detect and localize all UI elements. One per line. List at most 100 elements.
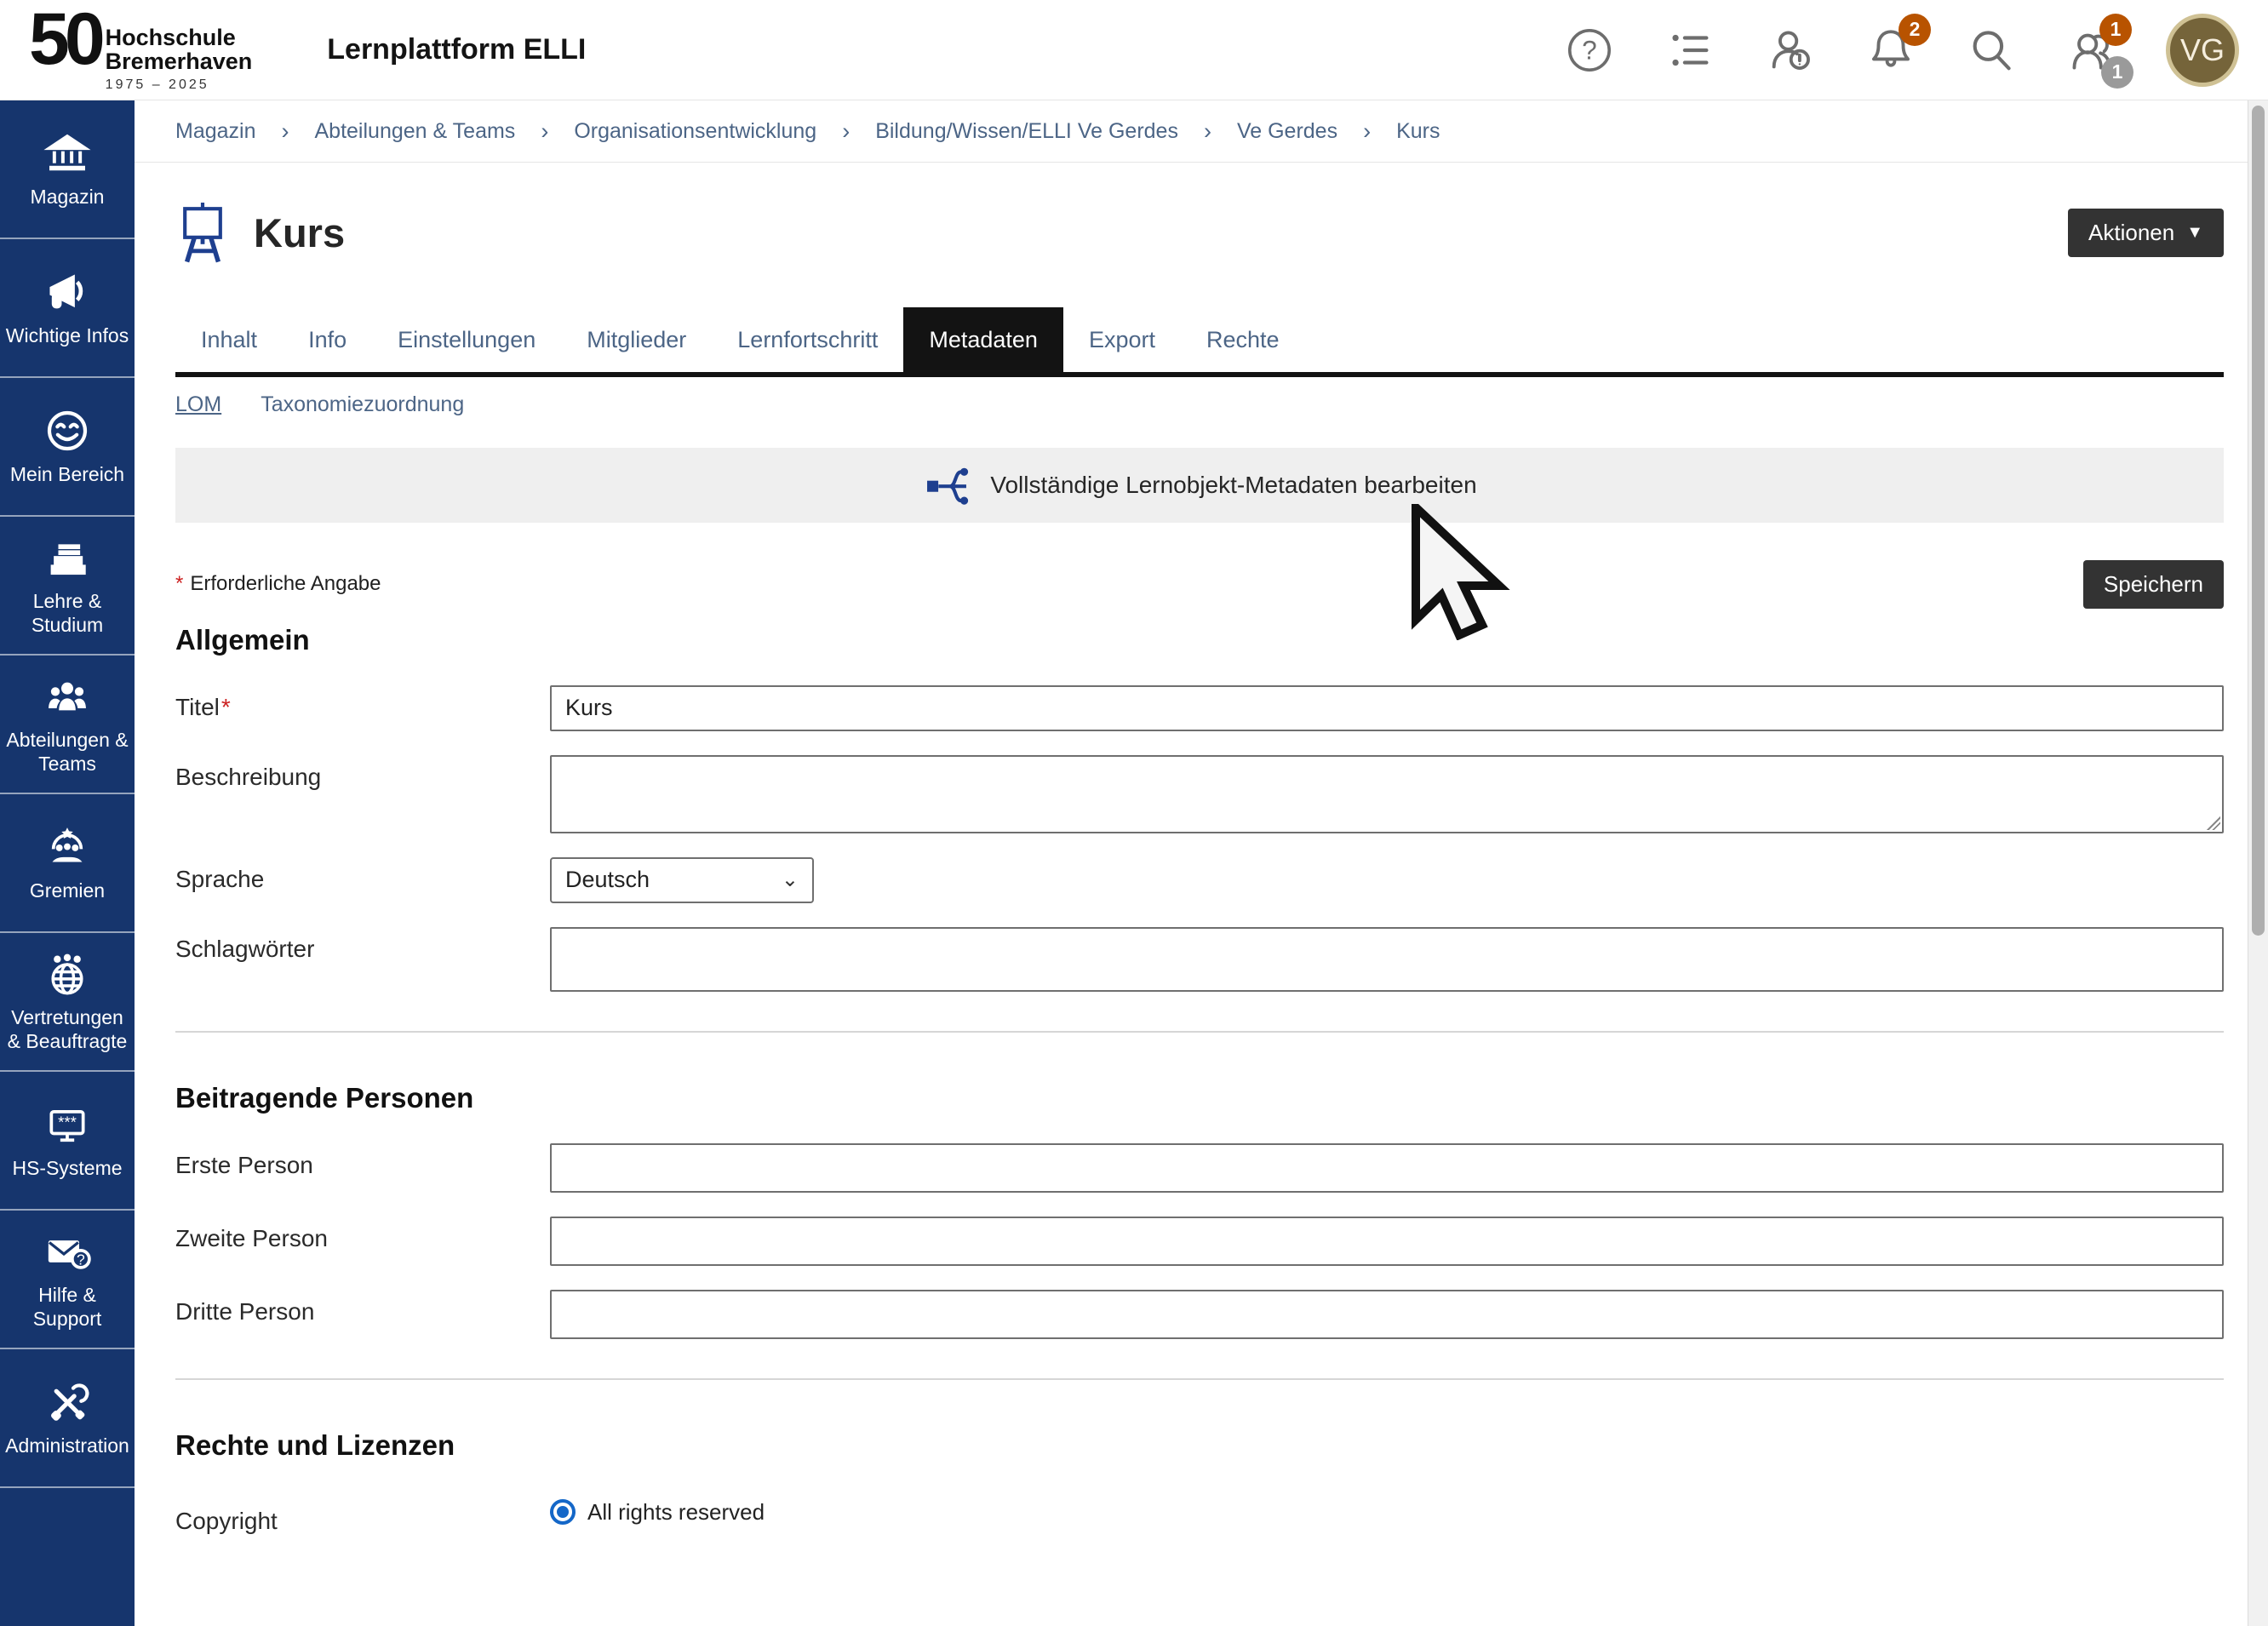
books-icon <box>43 534 91 581</box>
breadcrumb-ve-gerdes[interactable]: Ve Gerdes <box>1237 119 1337 144</box>
vertical-scrollbar[interactable] <box>2248 100 2268 1626</box>
subtab-taxonomiezuordnung[interactable]: Taxonomiezuordnung <box>261 392 464 417</box>
contacts-total-badge: 1 <box>2101 56 2133 89</box>
help-icon[interactable]: ? <box>1563 24 1616 77</box>
schlagwoerter-label: Schlagwörter <box>175 927 550 963</box>
user-avatar[interactable]: VG <box>2166 14 2239 87</box>
sidebar-item-wichtige-infos[interactable]: Wichtige Infos <box>0 239 135 378</box>
resize-grip-icon[interactable] <box>2207 816 2220 830</box>
svg-text:***: *** <box>58 1113 77 1131</box>
beschreibung-textarea[interactable] <box>550 755 2224 833</box>
monitor-icon: *** <box>43 1101 91 1148</box>
search-icon[interactable] <box>1965 24 2018 77</box>
subtab-lom[interactable]: LOM <box>175 392 221 417</box>
sidebar-item-gremien[interactable]: Gremien <box>0 794 135 933</box>
contacts-new-badge: 1 <box>2099 14 2132 46</box>
chevron-right-icon: › <box>282 118 289 145</box>
zweite-person-label: Zweite Person <box>175 1217 550 1252</box>
svg-text:?: ? <box>1582 35 1596 65</box>
sprache-select[interactable]: Deutsch ⌄ <box>550 857 814 903</box>
tab-info[interactable]: Info <box>283 307 372 372</box>
field-row-copyright: Copyright All rights reserved <box>175 1499 2224 1535</box>
sidebar-item-lehre-studium[interactable]: Lehre & Studium <box>0 517 135 656</box>
logo-50: 50 <box>29 7 100 72</box>
breadcrumb-abteilungen-teams[interactable]: Abteilungen & Teams <box>315 119 516 144</box>
main-content: Magazin › Abteilungen & Teams › Organisa… <box>135 100 2248 1626</box>
aktionen-button[interactable]: Aktionen ▼ <box>2068 209 2224 257</box>
tab-einstellungen[interactable]: Einstellungen <box>372 307 561 372</box>
field-row-erste-person: Erste Person <box>175 1143 2224 1193</box>
tab-inhalt[interactable]: Inhalt <box>175 307 283 372</box>
chevron-right-icon: › <box>842 118 850 145</box>
field-row-zweite-person: Zweite Person <box>175 1217 2224 1266</box>
logo-line2: Bremerhaven <box>106 49 253 73</box>
todo-list-icon[interactable] <box>1664 24 1716 77</box>
breadcrumb-bildung-wissen[interactable]: Bildung/Wissen/ELLI Ve Gerdes <box>875 119 1178 144</box>
member-activity-icon[interactable] <box>1764 24 1817 77</box>
form-header-row: *Erforderliche Angabe Speichern <box>175 560 2224 609</box>
breadcrumb-kurs[interactable]: Kurs <box>1396 119 1440 144</box>
globe-people-icon <box>43 950 91 998</box>
field-row-titel: Titel* <box>175 685 2224 731</box>
committee-icon <box>43 823 91 871</box>
field-row-dritte-person: Dritte Person <box>175 1290 2224 1339</box>
copyright-radio-selected[interactable] <box>550 1499 576 1525</box>
beschreibung-label: Beschreibung <box>175 755 550 791</box>
chevron-down-icon: ⌄ <box>782 867 799 892</box>
chevron-right-icon: › <box>1204 118 1211 145</box>
university-logo[interactable]: 50 Hochschule Bremerhaven 1975 – 2025 <box>29 7 252 94</box>
chevron-right-icon: › <box>541 118 548 145</box>
subtab-bar: LOM Taxonomiezuordnung <box>175 392 2224 417</box>
top-header: 50 Hochschule Bremerhaven 1975 – 2025 Le… <box>0 0 2268 100</box>
sidebar-item-administration[interactable]: Administration <box>0 1349 135 1488</box>
required-note: *Erforderliche Angabe <box>175 572 381 596</box>
zweite-person-input[interactable] <box>550 1217 2224 1266</box>
speichern-button[interactable]: Speichern <box>2083 560 2224 609</box>
main-sidebar: Magazin Wichtige Infos Mein Bereich <box>0 100 135 1626</box>
erste-person-input[interactable] <box>550 1143 2224 1193</box>
tab-mitglieder[interactable]: Mitglieder <box>561 307 712 372</box>
tab-lernfortschritt[interactable]: Lernfortschritt <box>712 307 903 372</box>
header-icon-bar: ? <box>1563 14 2239 87</box>
breadcrumb: Magazin › Abteilungen & Teams › Organisa… <box>135 100 2248 163</box>
breadcrumb-magazin[interactable]: Magazin <box>175 119 256 144</box>
field-row-sprache: Sprache Deutsch ⌄ <box>175 857 2224 903</box>
sidebar-item-hs-systeme[interactable]: *** HS-Systeme <box>0 1072 135 1211</box>
edit-full-metadata-label: Vollständige Lernobjekt-Metadaten bearbe… <box>990 472 1476 499</box>
copyright-label: Copyright <box>175 1499 550 1535</box>
dritte-person-input[interactable] <box>550 1290 2224 1339</box>
schlagwoerter-input[interactable] <box>550 927 2224 992</box>
edit-full-metadata-banner[interactable]: Vollständige Lernobjekt-Metadaten bearbe… <box>175 448 2224 523</box>
chevron-right-icon: › <box>1363 118 1371 145</box>
logo-years: 1975 – 2025 <box>106 77 253 93</box>
titel-label: Titel* <box>175 685 550 721</box>
section-divider <box>175 1378 2224 1380</box>
contacts-icon[interactable]: 1 1 <box>2065 24 2118 77</box>
page-title: Kurs <box>254 209 345 256</box>
notifications-bell-icon[interactable]: 2 <box>1864 24 1917 77</box>
tools-icon <box>43 1378 91 1426</box>
field-row-beschreibung: Beschreibung <box>175 755 2224 833</box>
breadcrumb-organisationsentwicklung[interactable]: Organisationsentwicklung <box>574 119 816 144</box>
sidebar-item-abteilungen-teams[interactable]: Abteilungen & Teams <box>0 656 135 794</box>
titel-input[interactable] <box>550 685 2224 731</box>
tab-bar: Inhalt Info Einstellungen Mitglieder Ler… <box>175 307 2224 377</box>
sidebar-item-vertretungen[interactable]: Vertretungen & Beauftragte <box>0 933 135 1072</box>
field-row-schlagwoerter: Schlagwörter <box>175 927 2224 992</box>
application-window: 50 Hochschule Bremerhaven 1975 – 2025 Le… <box>0 0 2268 1626</box>
sidebar-item-magazin[interactable]: Magazin <box>0 100 135 239</box>
dritte-person-label: Dritte Person <box>175 1290 550 1325</box>
sidebar-item-mein-bereich[interactable]: Mein Bereich <box>0 378 135 517</box>
people-group-icon <box>43 673 91 720</box>
caret-down-icon: ▼ <box>2186 223 2203 243</box>
page-title-row: Kurs Aktionen ▼ <box>175 183 2224 283</box>
bank-icon <box>43 129 91 177</box>
tab-metadaten[interactable]: Metadaten <box>903 307 1063 372</box>
section-heading-rechte: Rechte und Lizenzen <box>175 1429 2224 1462</box>
svg-text:?: ? <box>77 1251 85 1268</box>
tab-export[interactable]: Export <box>1063 307 1181 372</box>
scrollbar-thumb[interactable] <box>2252 106 2265 936</box>
sidebar-item-hilfe-support[interactable]: ? Hilfe & Support <box>0 1211 135 1349</box>
erste-person-label: Erste Person <box>175 1143 550 1179</box>
tab-rechte[interactable]: Rechte <box>1181 307 1305 372</box>
